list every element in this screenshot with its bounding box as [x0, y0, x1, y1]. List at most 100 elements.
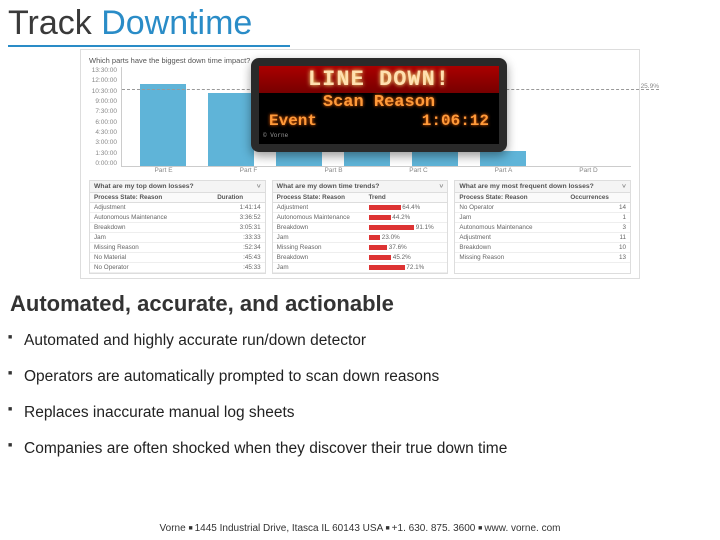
panels-row: What are my top down losses? ˅ Process S… — [89, 180, 631, 274]
page-title: Track Downtime — [0, 0, 720, 45]
table-row: Jam1 — [455, 213, 630, 223]
trend-bar — [369, 225, 415, 230]
cell: 3 — [566, 223, 630, 233]
chevron-down-icon: ˅ — [439, 183, 443, 190]
table-row: No Operator:45:33 — [90, 263, 265, 273]
cell: Missing Reason — [90, 243, 213, 253]
table-row: No Operator14 — [455, 203, 630, 213]
bar — [480, 151, 526, 166]
x-tick: Part A — [461, 167, 546, 174]
cell: Breakdown — [273, 223, 365, 233]
table-row: Adjustment11 — [455, 233, 630, 243]
footer-url: www. vorne. com — [484, 523, 560, 534]
bullet-list: Automated and highly accurate run/down d… — [0, 323, 720, 467]
led-sign: LINE DOWN! Scan Reason Event 1:06:12 © V… — [251, 58, 507, 152]
table-row: No Material:45:43 — [90, 253, 265, 263]
cell: Jam — [455, 213, 566, 223]
table-row: Missing Reason 37.6% — [273, 243, 448, 253]
cell: 23.0% — [365, 233, 448, 243]
col-header: Duration — [213, 193, 264, 203]
table-row: Breakdown3:05:31 — [90, 223, 265, 233]
trend-pct: 91.1% — [414, 224, 434, 231]
col-header: Process State: Reason — [90, 193, 213, 203]
panel-table: Process State: ReasonTrendAdjustment 64.… — [273, 193, 448, 273]
y-tick: 4:30:00 — [89, 129, 117, 136]
cell: 3:36:52 — [213, 213, 264, 223]
led-copyright: © Vorne — [259, 132, 499, 140]
trend-bar — [369, 245, 388, 250]
x-tick: Part C — [376, 167, 461, 174]
cell: :52:34 — [213, 243, 264, 253]
table-row: Autonomous Maintenance3:36:52 — [90, 213, 265, 223]
trend-bar — [369, 265, 405, 270]
cell: No Material — [90, 253, 213, 263]
bullet-item: Operators are automatically prompted to … — [24, 359, 704, 395]
panel-top-losses: What are my top down losses? ˅ Process S… — [89, 180, 266, 274]
cell: Breakdown — [90, 223, 213, 233]
cell: 91.1% — [365, 223, 448, 233]
cell: :33:33 — [213, 233, 264, 243]
led-timer: 1:06:12 — [422, 112, 489, 130]
trend-bar — [369, 205, 401, 210]
dashboard-screenshot: Which parts have the biggest down time i… — [80, 49, 640, 279]
led-event-label: Event — [269, 112, 317, 130]
cell: Jam — [273, 233, 365, 243]
trend-pct: 44.2% — [391, 214, 411, 221]
cell: 13 — [566, 253, 630, 263]
y-tick: 13:30:00 — [89, 67, 117, 74]
table-row: Missing Reason13 — [455, 253, 630, 263]
cell: 1:41:14 — [213, 203, 264, 213]
led-bottom-row: Event 1:06:12 — [259, 112, 499, 132]
cell: No Operator — [455, 203, 566, 213]
panel-header: What are my most frequent down losses? ˅ — [455, 181, 630, 193]
led-line-down: LINE DOWN! — [259, 66, 499, 93]
col-header: Trend — [365, 193, 448, 203]
chevron-down-icon: ˅ — [257, 183, 261, 190]
cell: Autonomous Maintenance — [455, 223, 566, 233]
panel-question: What are my down time trends? — [277, 183, 380, 190]
col-header: Occurrences — [566, 193, 630, 203]
y-tick: 3:00:00 — [89, 139, 117, 146]
table-row: Adjustment1:41:14 — [90, 203, 265, 213]
footer: Vorne ■ 1445 Industrial Drive, Itasca IL… — [0, 523, 720, 534]
trend-pct: 64.4% — [401, 204, 421, 211]
cell: 1 — [566, 213, 630, 223]
table-row: Jam 23.0% — [273, 233, 448, 243]
bullet-item: Automated and highly accurate run/down d… — [24, 323, 704, 359]
cell: :45:43 — [213, 253, 264, 263]
cell: :45:33 — [213, 263, 264, 273]
cell: Breakdown — [455, 243, 566, 253]
y-axis: 13:30:0012:00:0010:30:009:00:007:30:006:… — [89, 67, 121, 167]
cell: 64.4% — [365, 203, 448, 213]
y-tick: 9:00:00 — [89, 98, 117, 105]
bullet-item: Companies are often shocked when they di… — [24, 431, 704, 467]
trend-bar — [369, 235, 381, 240]
y-tick: 12:00:00 — [89, 77, 117, 84]
cell: Autonomous Maintenance — [273, 213, 365, 223]
panel-frequent: What are my most frequent down losses? ˅… — [454, 180, 631, 274]
trend-pct: 23.0% — [380, 234, 400, 241]
cell: Missing Reason — [273, 243, 365, 253]
cell: 37.6% — [365, 243, 448, 253]
cell: 11 — [566, 233, 630, 243]
bar — [208, 93, 254, 166]
y-tick: 6:00:00 — [89, 119, 117, 126]
y-tick: 0:00:00 — [89, 160, 117, 167]
panel-header: What are my top down losses? ˅ — [90, 181, 265, 193]
col-header: Process State: Reason — [273, 193, 365, 203]
cell: Jam — [90, 233, 213, 243]
table-row: Autonomous Maintenance 44.2% — [273, 213, 448, 223]
cell: Adjustment — [273, 203, 365, 213]
title-part2: Downtime — [101, 4, 252, 42]
x-axis-labels: Part EPart FPart BPart CPart APart D — [89, 167, 631, 174]
x-tick: Part E — [121, 167, 206, 174]
cell: 14 — [566, 203, 630, 213]
cell: Jam — [273, 263, 365, 273]
trend-pct: 37.6% — [387, 244, 407, 251]
table-row: Autonomous Maintenance3 — [455, 223, 630, 233]
col-header: Process State: Reason — [455, 193, 566, 203]
cell: Breakdown — [273, 253, 365, 263]
table-row: Missing Reason:52:34 — [90, 243, 265, 253]
cell: Missing Reason — [455, 253, 566, 263]
panel-table: Process State: ReasonDurationAdjustment1… — [90, 193, 265, 273]
